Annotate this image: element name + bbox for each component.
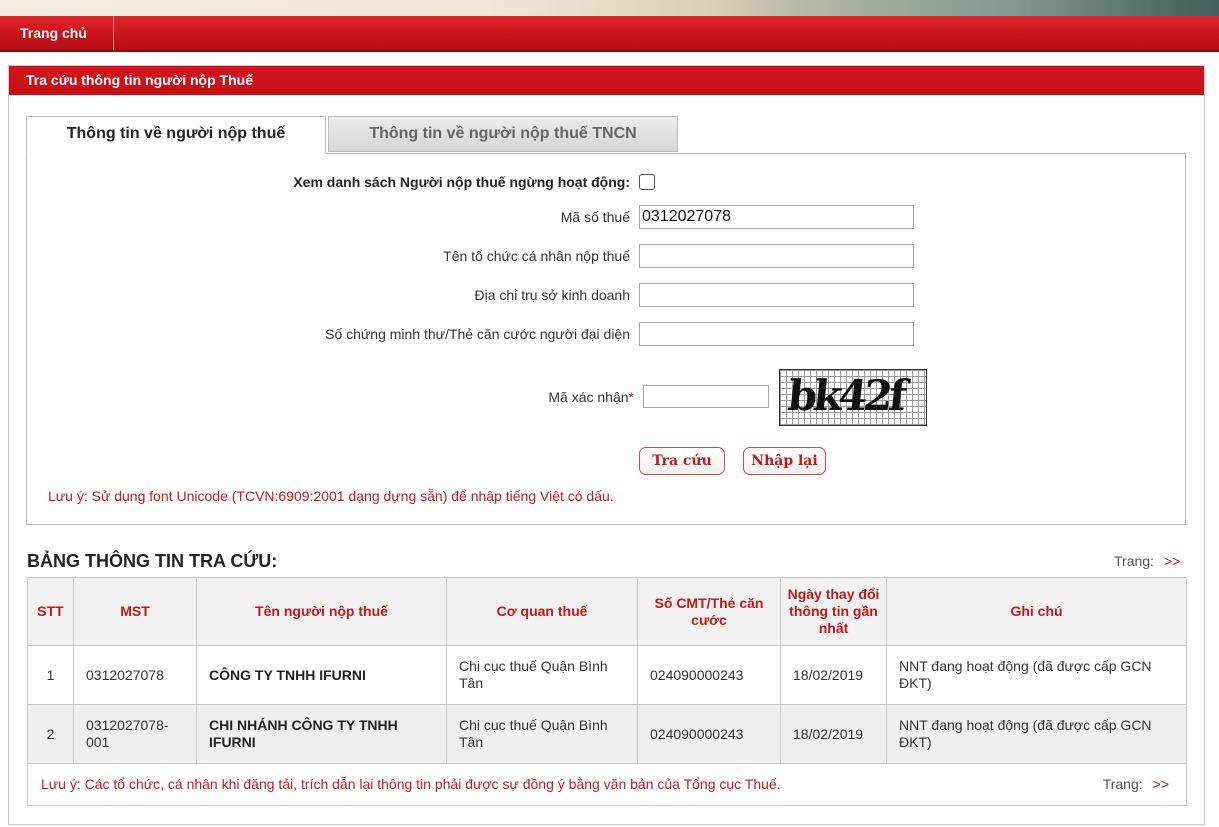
- column-header: Cơ quan thuế: [446, 577, 638, 646]
- table-row[interactable]: 2 0312027078-001 CHI NHÁNH CÔNG TY TNHH …: [27, 704, 1187, 764]
- nav-home-link[interactable]: Trang chủ: [0, 16, 114, 50]
- results-title: BẢNG THÔNG TIN TRA CỨU:: [27, 551, 278, 571]
- table-footer: Lưu ý: Các tổ chức, cá nhân khi đăng tải…: [27, 764, 1187, 806]
- address-input[interactable]: [639, 283, 914, 307]
- panel-title: Tra cứu thông tin người nộp Thuế: [9, 66, 1204, 95]
- search-form: Xem danh sách Người nộp thuế ngừng hoạt …: [26, 153, 1186, 525]
- tab-taxpayer-info[interactable]: Thông tin về người nộp thuế: [26, 116, 326, 154]
- inactive-list-row: Xem danh sách Người nộp thuế ngừng hoạt …: [27, 170, 1187, 194]
- pager-next-link[interactable]: >>: [1164, 553, 1180, 569]
- reset-button[interactable]: Nhập lại: [743, 447, 826, 475]
- pager-label: Trang:: [1102, 776, 1143, 792]
- search-panel: Tra cứu thông tin người nộp Thuế Thông t…: [8, 65, 1205, 825]
- cell-mst: 0312027078-001: [73, 704, 197, 764]
- id-row: Số chứng minh thư/Thẻ căn cước người đại…: [27, 322, 1187, 346]
- cell-id-number: 024090000243: [637, 704, 781, 764]
- pager-label: Trang:: [1114, 553, 1154, 569]
- address-label: Địa chỉ trụ sở kinh doanh: [474, 287, 630, 303]
- taxpayer-name-label: Tên tổ chức cá nhân nộp thuế: [443, 248, 630, 264]
- cell-tax-office: Chi cục thuế Quận Bình Tân: [446, 704, 638, 764]
- tax-code-input[interactable]: 0312027078: [639, 205, 914, 229]
- captcha-input[interactable]: [643, 385, 769, 408]
- header-banner-image: [0, 0, 1219, 16]
- id-card-input[interactable]: [639, 322, 914, 346]
- column-header: Số CMT/Thẻ căn cước: [637, 577, 781, 646]
- captcha-row: Mã xác nhận* bk42f: [27, 369, 1187, 426]
- cell-note: NNT đang hoạt động (đã được cấp GCN ĐKT): [886, 645, 1187, 705]
- pager-bottom: Trang: >>: [1103, 776, 1169, 792]
- cell-note: NNT đang hoạt động (đã được cấp GCN ĐKT): [886, 704, 1187, 764]
- unicode-note: Lưu ý: Sử dụng font Unicode (TCVN:6909:2…: [48, 488, 614, 504]
- footer-note: Lưu ý: Các tổ chức, cá nhân khi đăng tải…: [41, 776, 781, 792]
- column-header: Tên người nộp thuế: [196, 577, 447, 646]
- column-header: Ghi chú: [886, 577, 1187, 646]
- cell-tax-office: Chi cục thuế Quận Bình Tân: [446, 645, 638, 705]
- column-header: Ngày thay đổi thông tin gần nhất: [780, 577, 887, 646]
- tax-code-label: Mã số thuế: [560, 209, 630, 225]
- column-header: MST: [73, 577, 197, 646]
- cell-change-date: 18/02/2019: [780, 645, 887, 705]
- cell-id-number: 024090000243: [637, 645, 781, 705]
- id-card-label: Số chứng minh thư/Thẻ căn cước người đại…: [325, 326, 630, 342]
- table-row[interactable]: 1 0312027078 CÔNG TY TNHH IFURNI Chi cục…: [27, 645, 1187, 705]
- taxpayer-name-input[interactable]: [639, 244, 914, 268]
- search-button[interactable]: Tra cứu: [639, 447, 725, 475]
- results-table: STT MST Tên người nộp thuế Cơ quan thuế …: [27, 577, 1187, 764]
- pager-top: Trang: >>: [1114, 553, 1180, 569]
- cell-taxpayer-name: CHI NHÁNH CÔNG TY TNHH IFURNI: [196, 704, 447, 764]
- address-row: Địa chỉ trụ sở kinh doanh: [27, 283, 1187, 307]
- cell-stt: 1: [27, 645, 74, 705]
- tab-personal-income-taxpayer[interactable]: Thông tin về người nộp thuế TNCN: [328, 116, 678, 152]
- main-navbar: Trang chủ: [0, 16, 1219, 52]
- tax-code-row: Mã số thuế 0312027078: [27, 205, 1187, 229]
- required-mark: *: [628, 389, 634, 405]
- cell-stt: 2: [27, 704, 74, 764]
- cell-change-date: 18/02/2019: [780, 704, 887, 764]
- inactive-list-checkbox[interactable]: [639, 174, 655, 190]
- captcha-image: bk42f: [779, 369, 927, 426]
- captcha-label: Mã xác nhận*: [548, 389, 634, 405]
- name-row: Tên tổ chức cá nhân nộp thuế: [27, 244, 1187, 268]
- captcha-text: bk42f: [785, 371, 906, 420]
- column-header: STT: [27, 577, 74, 646]
- cell-mst: 0312027078: [73, 645, 197, 705]
- inactive-list-label: Xem danh sách Người nộp thuế ngừng hoạt …: [293, 174, 630, 190]
- pager-next-link[interactable]: >>: [1153, 776, 1169, 792]
- cell-taxpayer-name: CÔNG TY TNHH IFURNI: [196, 645, 447, 705]
- table-header-row: STT MST Tên người nộp thuế Cơ quan thuế …: [27, 577, 1187, 646]
